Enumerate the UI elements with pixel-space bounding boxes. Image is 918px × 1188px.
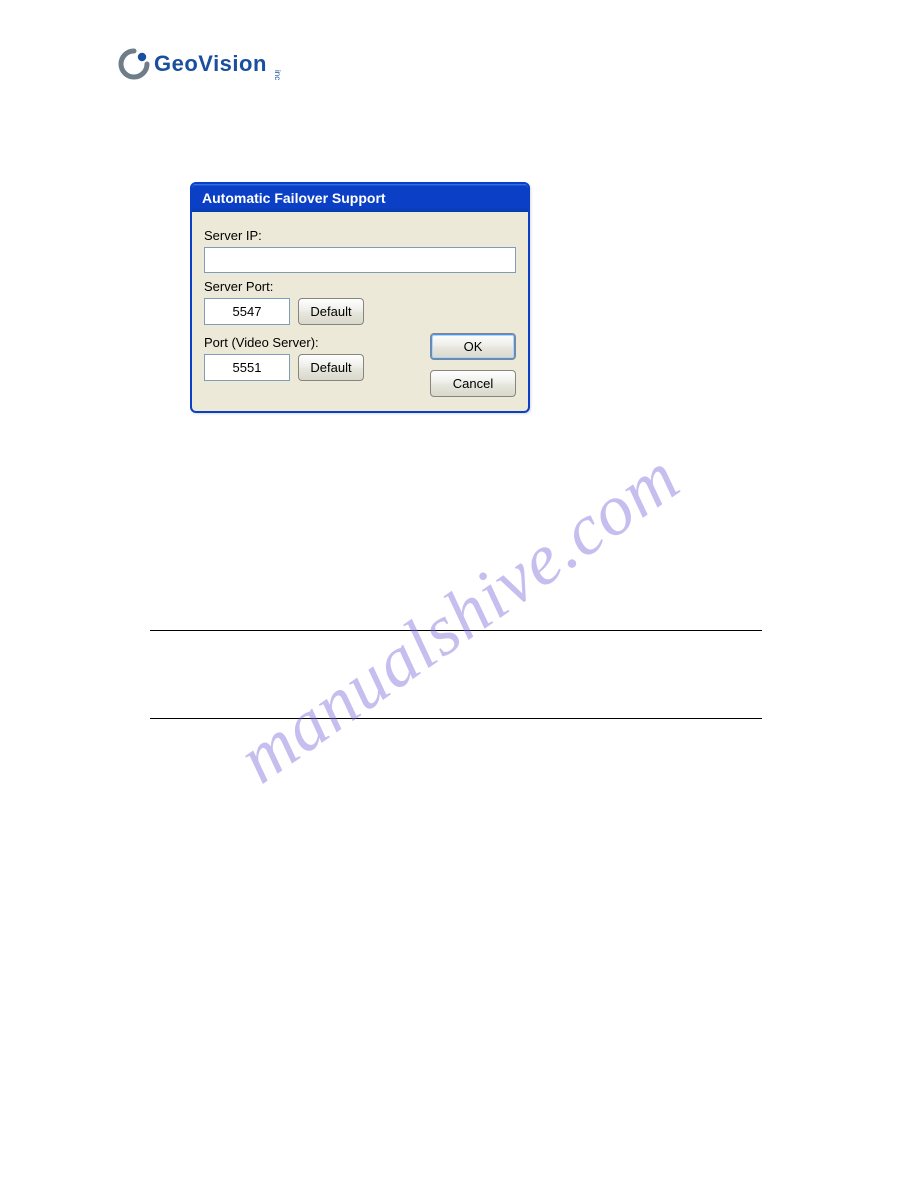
horizontal-rule	[150, 630, 762, 631]
logo-text-geo: Geo	[154, 51, 198, 76]
logo-mark-icon	[118, 48, 150, 80]
logo-text-vision: Vision	[198, 51, 267, 76]
ok-button[interactable]: OK	[430, 333, 516, 360]
logo-text-inc: inc	[273, 70, 282, 80]
cancel-button[interactable]: Cancel	[430, 370, 516, 397]
video-port-label: Port (Video Server):	[204, 335, 410, 350]
dialog-body: Server IP: Server Port: Default Port (Vi…	[192, 212, 528, 411]
server-ip-input[interactable]	[204, 247, 516, 273]
server-port-input[interactable]	[204, 298, 290, 325]
server-port-label: Server Port:	[204, 279, 516, 294]
server-ip-label: Server IP:	[204, 228, 516, 243]
video-port-default-button[interactable]: Default	[298, 354, 364, 381]
brand-logo: GeoVision inc	[118, 48, 282, 80]
server-port-default-button[interactable]: Default	[298, 298, 364, 325]
logo-text: GeoVision	[154, 51, 267, 77]
watermark-text: manualshive.com	[223, 436, 694, 800]
video-port-input[interactable]	[204, 354, 290, 381]
horizontal-rule	[150, 718, 762, 719]
dialog-titlebar: Automatic Failover Support	[192, 184, 528, 212]
failover-dialog: Automatic Failover Support Server IP: Se…	[190, 182, 530, 413]
